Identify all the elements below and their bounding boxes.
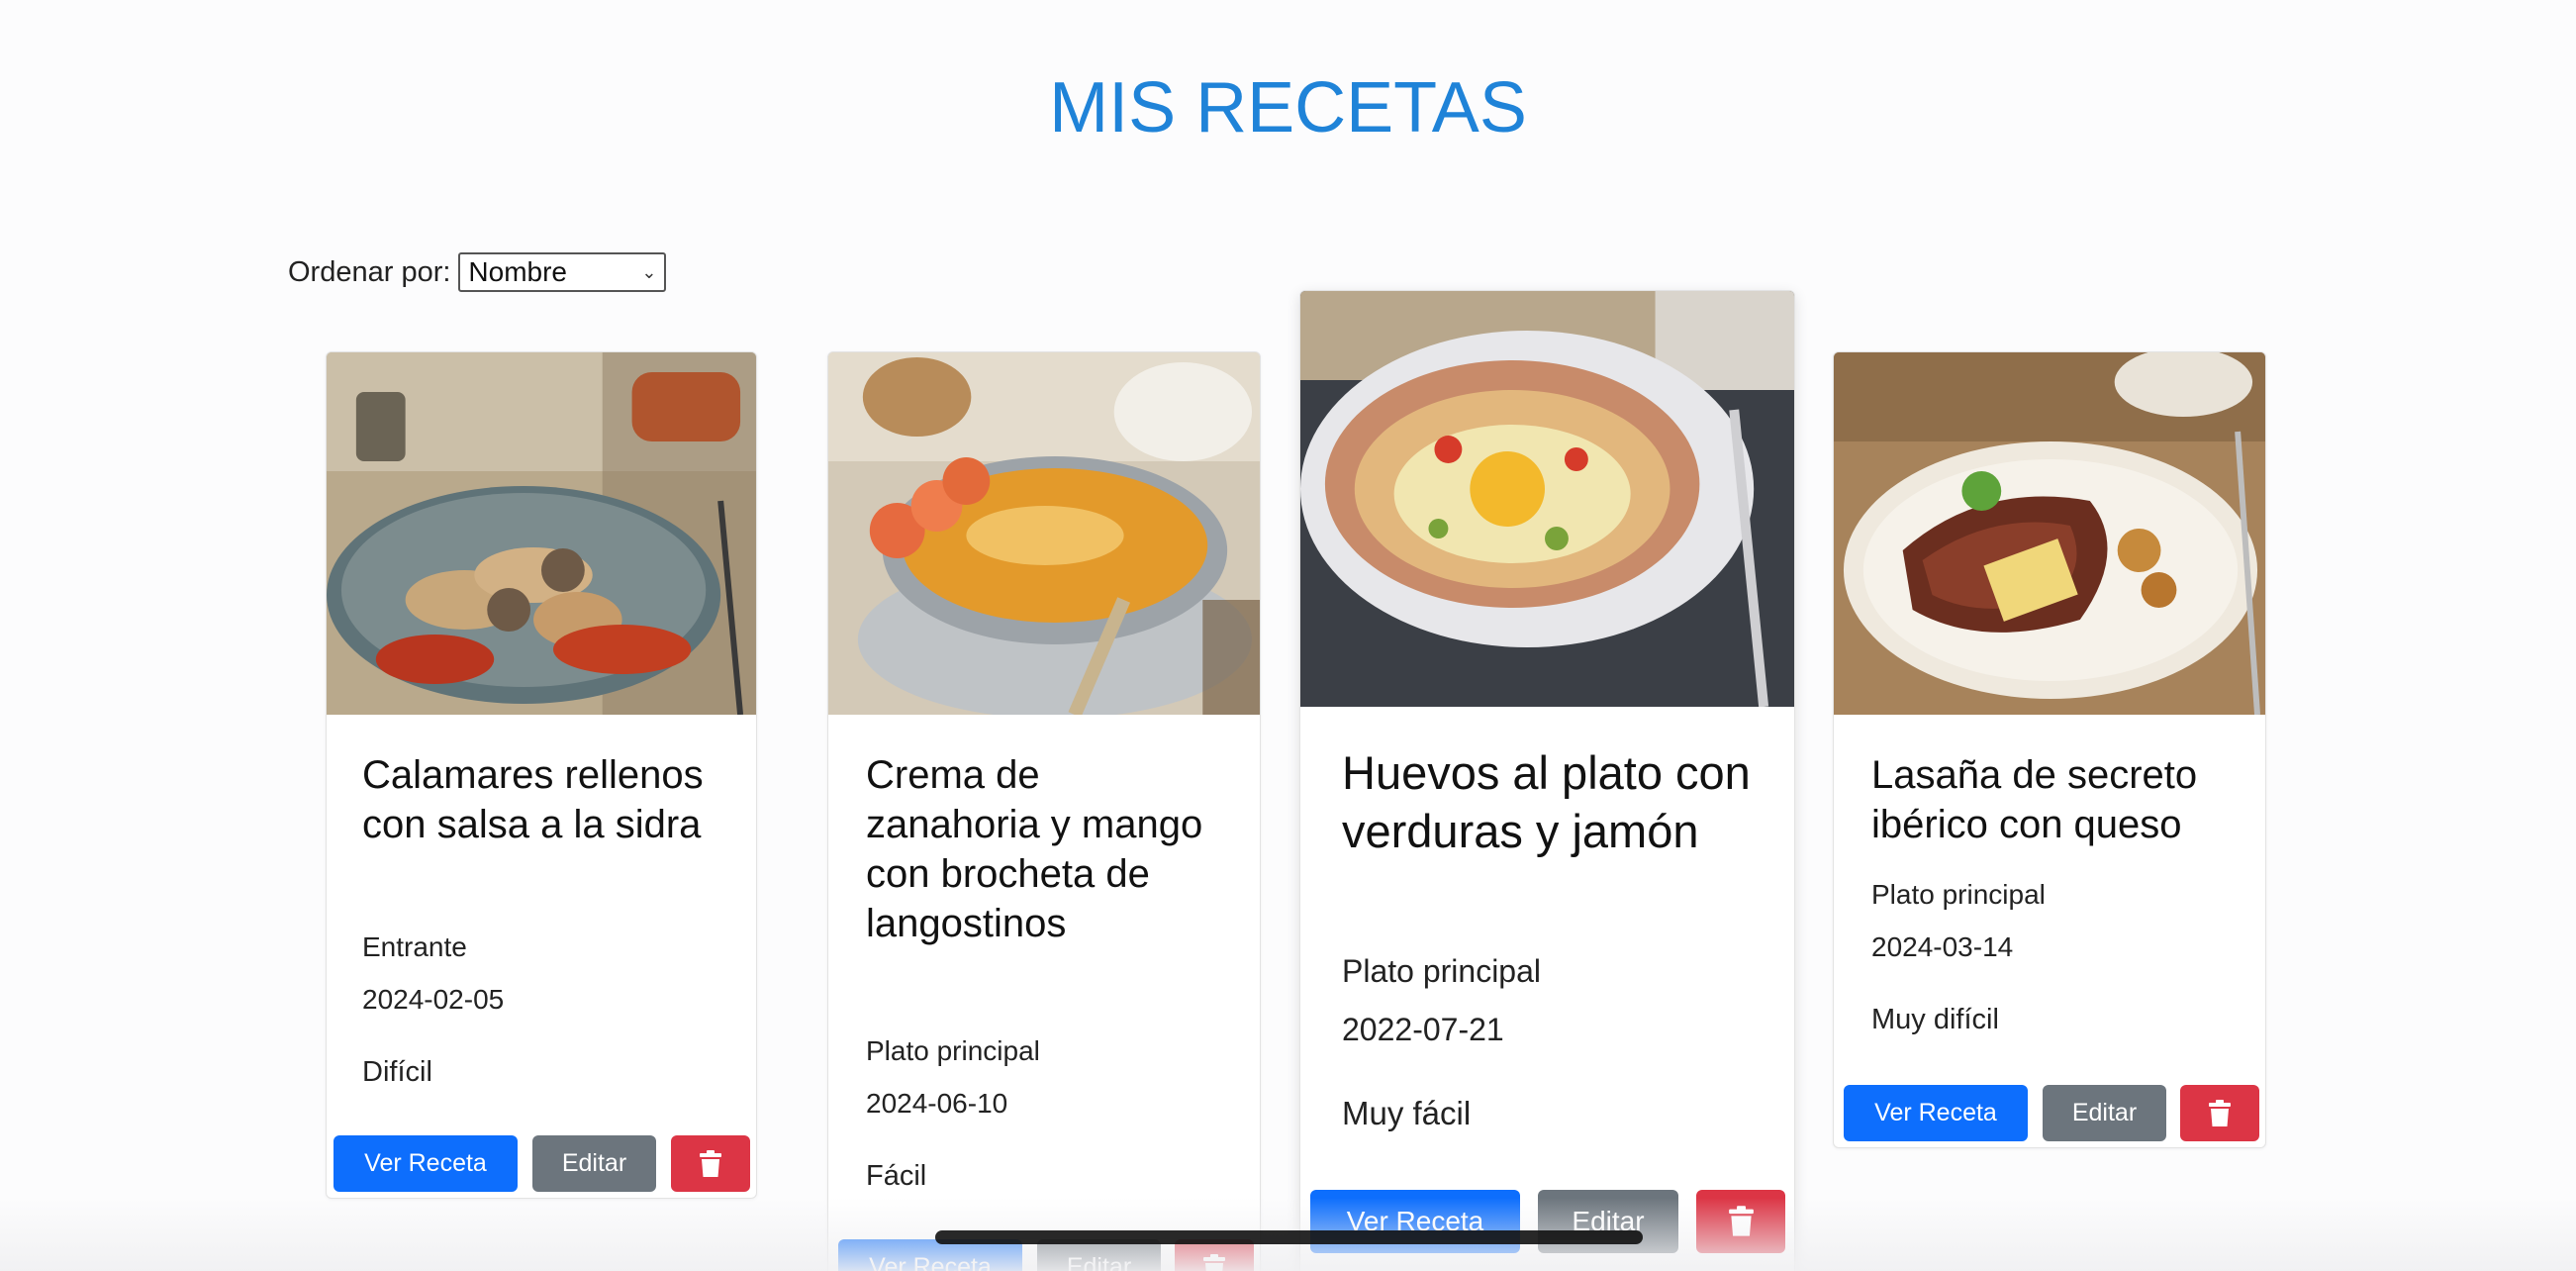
sort-control: Ordenar por: Nombre ⌄	[288, 252, 667, 292]
delete-button[interactable]	[2180, 1085, 2259, 1141]
sort-select[interactable]: Nombre ⌄	[458, 252, 667, 292]
recipe-category: Plato principal	[866, 1035, 1040, 1066]
edit-button[interactable]: Editar	[2043, 1085, 2166, 1141]
trash-icon	[2209, 1099, 2231, 1126]
recipe-image	[1834, 352, 2265, 715]
trash-icon	[700, 1149, 721, 1177]
recipe-title: Calamares rellenos con salsa a la sidra	[362, 753, 704, 846]
view-recipe-button[interactable]: Ver Receta	[1844, 1085, 2028, 1141]
recipe-image	[1300, 291, 1794, 707]
trash-icon	[1728, 1206, 1754, 1236]
recipe-category: Plato principal	[1342, 953, 1541, 989]
recipe-date: 2024-02-05	[362, 984, 505, 1015]
view-recipe-button[interactable]: Ver Receta	[334, 1135, 518, 1192]
recipe-title: Huevos al plato con verduras y jamón	[1342, 746, 1751, 857]
edit-button[interactable]: Editar	[532, 1135, 656, 1192]
recipe-date: 2024-06-10	[866, 1088, 1008, 1119]
page-title: MIS RECETAS	[1049, 68, 1527, 147]
recipe-title: Crema de zanahoria y mango con brocheta …	[866, 753, 1203, 945]
recipe-card: Lasaña de secreto ibérico con queso Plat…	[1833, 351, 2266, 1148]
recipe-date: 2022-07-21	[1342, 1012, 1504, 1047]
recipe-card: Crema de zanahoria y mango con brocheta …	[827, 351, 1261, 1271]
recipe-card: Huevos al plato con verduras y jamón Pla…	[1299, 290, 1795, 1271]
recipe-card: Calamares rellenos con salsa a la sidra …	[326, 351, 757, 1199]
recipe-category: Entrante	[362, 931, 467, 962]
trash-icon	[1203, 1253, 1225, 1271]
recipe-difficulty: Muy difícil	[1871, 1004, 1999, 1035]
recipe-difficulty: Fácil	[866, 1160, 927, 1192]
delete-button[interactable]	[671, 1135, 750, 1192]
sort-label: Ordenar por:	[288, 255, 451, 288]
recipe-title: Lasaña de secreto ibérico con queso	[1871, 753, 2198, 846]
sort-selected-value: Nombre	[468, 256, 568, 287]
recipe-date: 2024-03-14	[1871, 931, 2014, 962]
chevron-down-icon: ⌄	[641, 261, 657, 282]
recipe-image	[828, 352, 1260, 715]
delete-button[interactable]	[1696, 1190, 1785, 1253]
recipes-page: MIS RECETAS Ordenar por: Nombre ⌄ Calama…	[0, 0, 2576, 1271]
recipe-category: Plato principal	[1871, 879, 2046, 910]
recipe-image	[327, 352, 756, 715]
recipe-difficulty: Muy fácil	[1342, 1095, 1472, 1131]
recipe-difficulty: Difícil	[362, 1056, 432, 1088]
home-indicator-bar[interactable]	[935, 1230, 1643, 1244]
